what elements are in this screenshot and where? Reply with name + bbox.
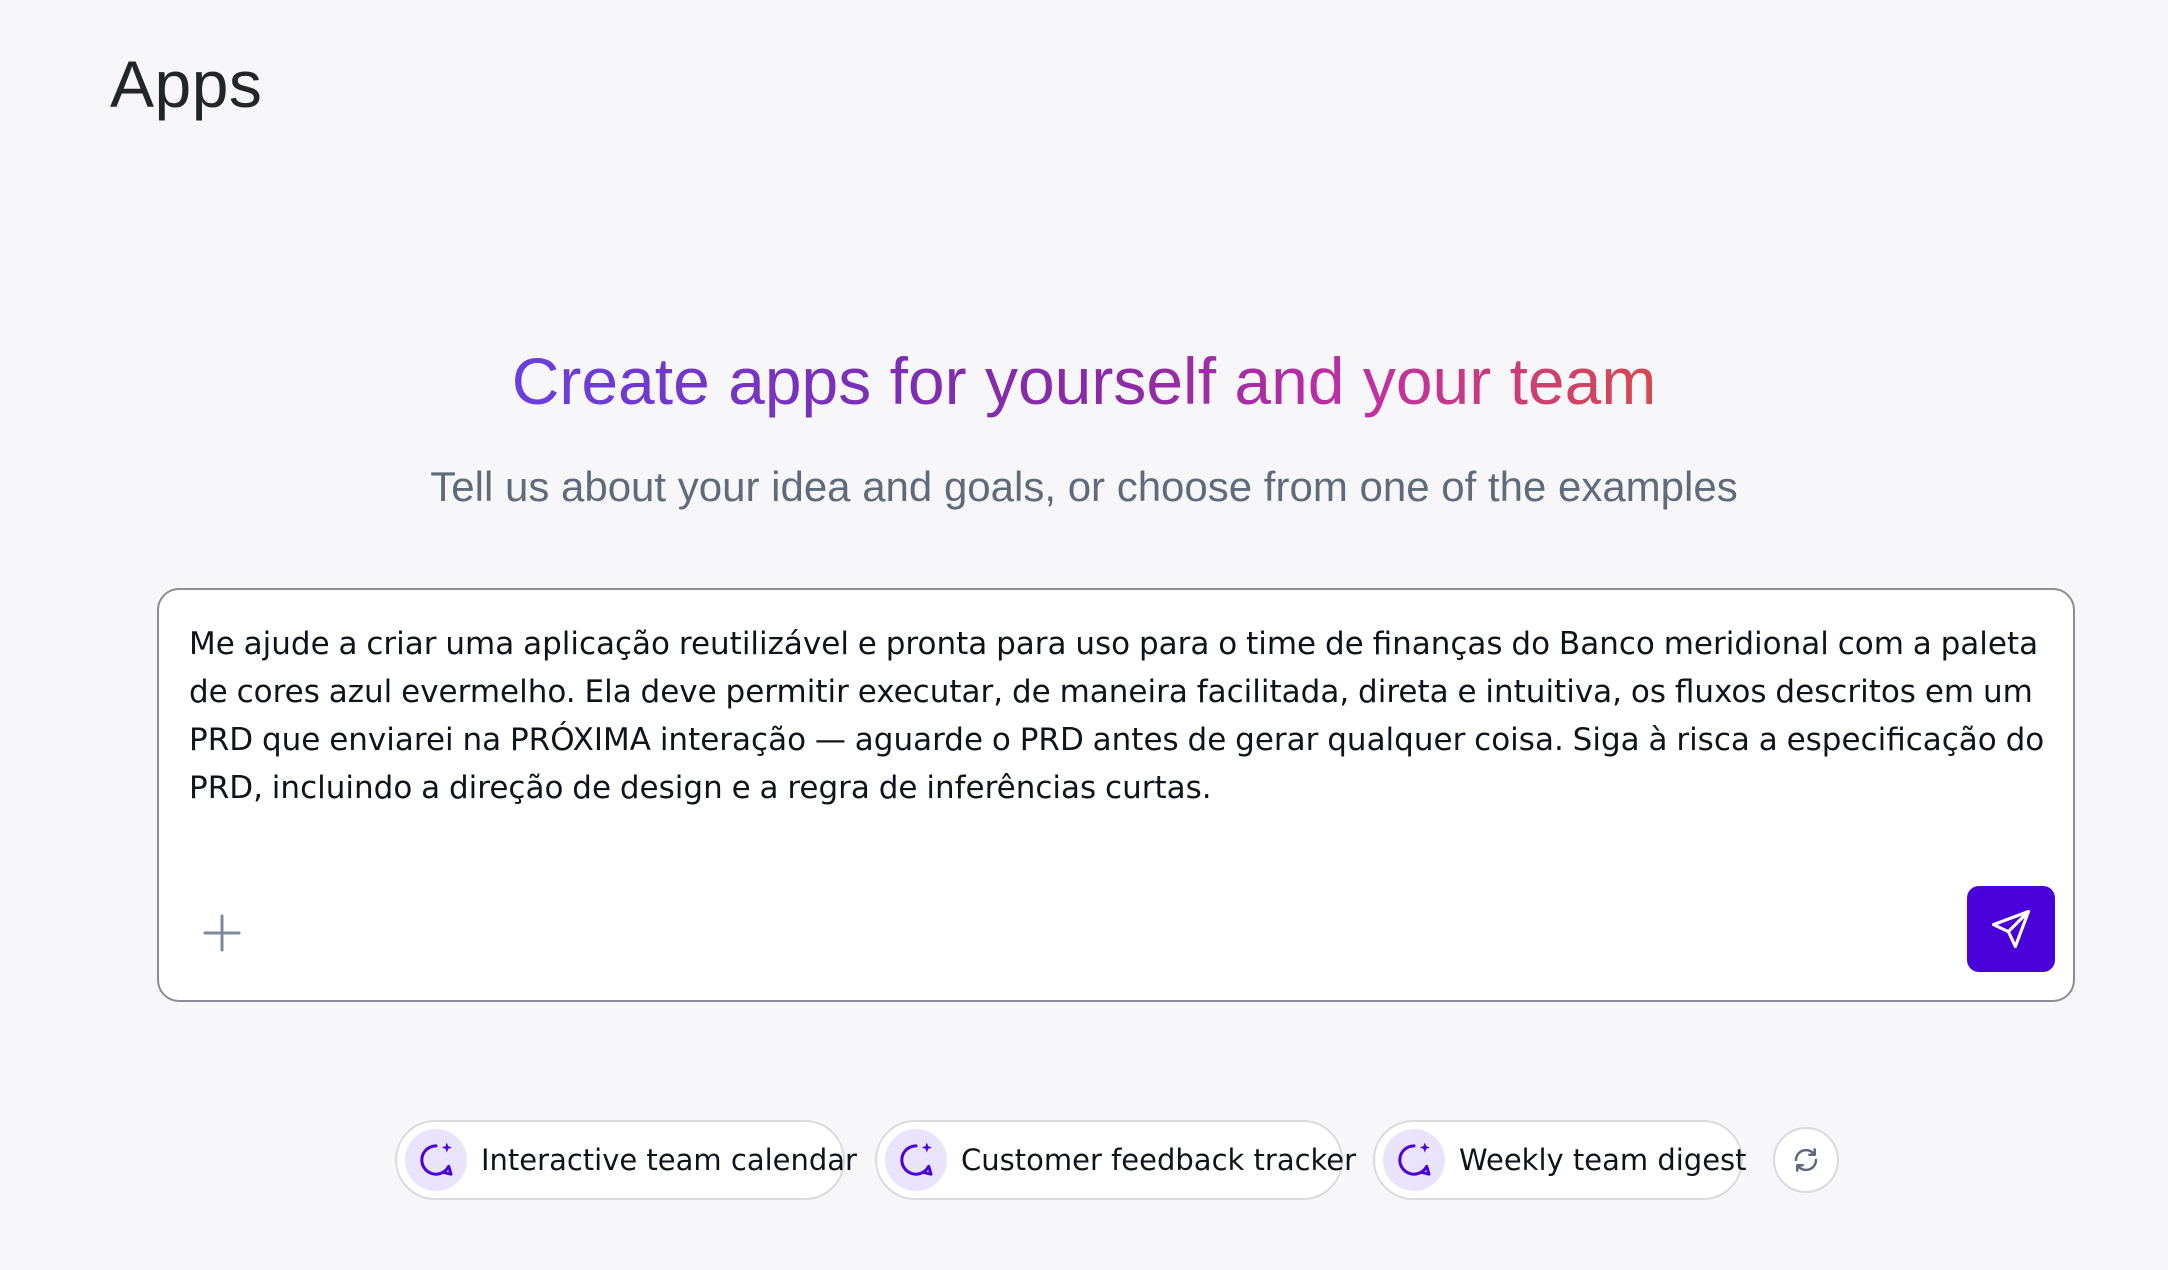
page-title: Apps [110, 47, 263, 121]
prompt-input[interactable]: Me ajude a criar uma aplicação reutilizá… [157, 588, 2075, 1002]
hero-title-text: Create apps for yourself and your team [511, 344, 1657, 418]
example-chip-interactive-team-calendar[interactable]: Interactive team calendar [395, 1120, 857, 1200]
prompt-text[interactable]: Me ajude a criar uma aplicação reutilizá… [189, 620, 2049, 812]
hero-title: Create apps for yourself and your team [0, 336, 2168, 426]
refresh-icon [1794, 1148, 1818, 1172]
chip-label: Weekly team digest [1459, 1143, 1747, 1177]
chip-icon-background [405, 1129, 467, 1191]
example-chip-weekly-team-digest[interactable]: Weekly team digest [1373, 1120, 1747, 1200]
refresh-examples-button[interactable] [1773, 1127, 1839, 1193]
sparkle-chat-icon [420, 1142, 453, 1176]
chip-label: Customer feedback tracker [961, 1143, 1357, 1177]
sparkle-chat-icon [900, 1142, 933, 1176]
example-chip-customer-feedback-tracker[interactable]: Customer feedback tracker [875, 1120, 1356, 1200]
chip-label: Interactive team calendar [481, 1143, 857, 1177]
plus-icon [203, 914, 241, 952]
chip-icon-background [885, 1129, 947, 1191]
hero-subtitle: Tell us about your idea and goals, or ch… [430, 463, 1738, 510]
sparkle-chat-icon [1398, 1142, 1431, 1176]
send-icon [1991, 909, 2031, 949]
attach-button[interactable] [199, 910, 245, 956]
chip-icon-background [1383, 1129, 1445, 1191]
send-button[interactable] [1967, 886, 2055, 972]
